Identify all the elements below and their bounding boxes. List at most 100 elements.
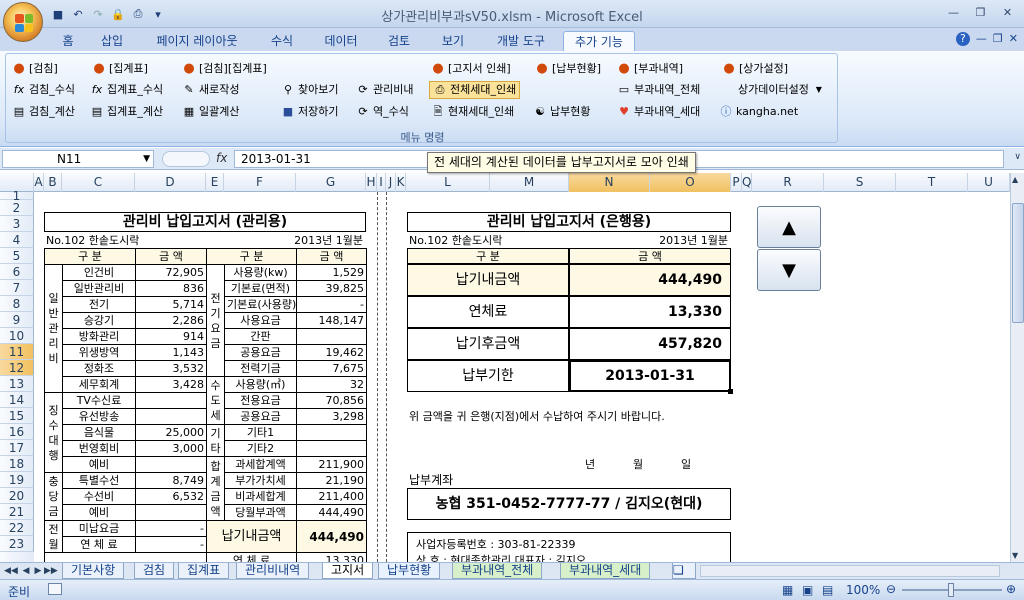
column-header[interactable]: J bbox=[386, 173, 396, 192]
due-date-cell-selected[interactable]: 2013-01-31 bbox=[569, 360, 731, 392]
zoom-level[interactable]: 100% bbox=[846, 583, 880, 597]
find-button[interactable]: ⚲ 찾아보기 bbox=[281, 81, 339, 99]
fill-handle[interactable] bbox=[728, 389, 733, 394]
tab-insert[interactable]: 삽입 bbox=[93, 31, 131, 52]
summary-bulb-button[interactable]: ● [집계표] bbox=[92, 60, 148, 78]
horizontal-scrollbar[interactable] bbox=[700, 565, 1000, 577]
meter-formula-button[interactable]: fx 검침_수식 bbox=[12, 81, 75, 99]
zoom-out-icon[interactable]: ⊖ bbox=[886, 582, 896, 596]
row-header[interactable]: 13 bbox=[0, 376, 34, 392]
close-icon[interactable]: ✕ bbox=[995, 4, 1020, 22]
meter-bulb-button[interactable]: ● [검침] bbox=[12, 60, 58, 78]
print-all-units-button[interactable]: ⎙ 전체세대_인쇄 bbox=[429, 81, 521, 99]
column-header[interactable]: Q bbox=[742, 173, 752, 192]
column-header[interactable]: I bbox=[377, 173, 386, 192]
column-header[interactable]: T bbox=[896, 173, 968, 192]
scroll-down-icon[interactable]: ▼ bbox=[1012, 551, 1018, 560]
column-header-selected[interactable]: O bbox=[650, 173, 731, 192]
print-current-unit-button[interactable]: 🗎 현재세대_인쇄 bbox=[431, 103, 515, 121]
move-up-button[interactable]: ▲ bbox=[757, 206, 821, 248]
tab-view[interactable]: 보기 bbox=[434, 31, 472, 52]
prev-sheet-icon[interactable]: ◀ bbox=[20, 565, 32, 577]
vertical-scrollbar[interactable]: ▲ ▼ bbox=[1010, 173, 1024, 562]
column-header[interactable]: M bbox=[490, 173, 569, 192]
sheet-tab[interactable]: 기본사항 bbox=[62, 563, 125, 579]
insert-sheet-icon[interactable]: ❏ bbox=[672, 563, 696, 579]
kangha-link[interactable]: ⓘ kangha.net bbox=[719, 103, 799, 121]
workbook-minimize-icon[interactable]: — bbox=[976, 32, 987, 46]
row-header[interactable]: 6 bbox=[0, 264, 34, 280]
column-header[interactable]: L bbox=[406, 173, 490, 192]
payment-status-bulb-button[interactable]: ● [납부현황] bbox=[535, 60, 601, 78]
name-box[interactable]: N11 ▼ bbox=[2, 150, 154, 168]
tab-developer[interactable]: 개발 도구 bbox=[488, 31, 554, 52]
column-header[interactable]: A bbox=[34, 173, 44, 192]
tab-data[interactable]: 데이터 bbox=[318, 31, 364, 52]
notice-print-bulb-button[interactable]: ● [고지서 인쇄] bbox=[431, 60, 510, 78]
sheet-tab[interactable]: 부과내역_세대 bbox=[560, 563, 651, 579]
batch-calc-button[interactable]: ▦ 일괄계산 bbox=[182, 103, 240, 121]
column-header[interactable]: F bbox=[224, 173, 296, 192]
store-data-settings-dropdown[interactable]: 상가데이터설정 ▼ bbox=[738, 81, 826, 99]
column-header[interactable]: U bbox=[968, 173, 1010, 192]
zoom-in-icon[interactable]: ⊕ bbox=[1006, 582, 1016, 596]
scroll-up-icon[interactable]: ▲ bbox=[1012, 175, 1018, 184]
row-header[interactable]: 4 bbox=[0, 232, 34, 248]
workbook-restore-icon[interactable]: ❐ bbox=[993, 32, 1003, 46]
column-header[interactable]: P bbox=[731, 173, 742, 192]
row-header[interactable]: 5 bbox=[0, 248, 34, 264]
worksheet-grid[interactable]: 관리비 납입고지서 (관리용) No.102 한솥도시락 2013년 1월분 구… bbox=[34, 192, 1010, 562]
office-button[interactable] bbox=[3, 2, 43, 42]
column-header[interactable]: B bbox=[44, 173, 62, 192]
column-header[interactable]: G bbox=[296, 173, 366, 192]
sheet-tab[interactable]: 검침 bbox=[134, 563, 175, 579]
row-header[interactable]: 1 bbox=[0, 190, 34, 202]
meter-calc-button[interactable]: ▤ 검침_계산 bbox=[12, 103, 75, 121]
page-break-view-icon[interactable]: ▤ bbox=[822, 583, 833, 597]
sheet-tab-active[interactable]: 고지서 bbox=[322, 563, 374, 579]
payment-status-button[interactable]: ☯ 납부현황 bbox=[533, 103, 590, 121]
row-header[interactable]: 10 bbox=[0, 328, 34, 344]
column-header[interactable]: C bbox=[62, 173, 135, 192]
workbook-close-icon[interactable]: ✕ bbox=[1009, 32, 1018, 46]
row-header[interactable]: 21 bbox=[0, 504, 34, 520]
normal-view-icon[interactable]: ▦ bbox=[782, 583, 793, 597]
row-header[interactable]: 19 bbox=[0, 472, 34, 488]
tab-formulas[interactable]: 수식 bbox=[263, 31, 301, 52]
billing-unit-button[interactable]: ♥ 부과내역_세대 bbox=[617, 103, 700, 121]
row-header[interactable]: 3 bbox=[0, 216, 34, 232]
row-header[interactable]: 17 bbox=[0, 440, 34, 456]
meter-summary-bulb-button[interactable]: ● [검침][집계표] bbox=[182, 60, 266, 78]
sheet-tab[interactable]: 집계표 bbox=[178, 563, 230, 579]
next-sheet-icon[interactable]: ▶ bbox=[32, 565, 44, 577]
tab-add-ins[interactable]: 추가 기능 bbox=[563, 31, 635, 52]
row-header[interactable]: 14 bbox=[0, 392, 34, 408]
column-header[interactable]: S bbox=[824, 173, 896, 192]
billing-all-button[interactable]: ▭ 부과내역_전체 bbox=[617, 81, 700, 99]
row-header[interactable]: 18 bbox=[0, 456, 34, 472]
summary-formula-button[interactable]: fx 집계표_수식 bbox=[90, 81, 163, 99]
sheet-tab[interactable]: 관리비내역 bbox=[236, 563, 310, 579]
row-header[interactable]: 20 bbox=[0, 488, 34, 504]
restore-icon[interactable]: ❐ bbox=[968, 4, 993, 22]
store-settings-bulb-button[interactable]: ● [상가설정] bbox=[722, 60, 788, 78]
row-header[interactable]: 22 bbox=[0, 520, 34, 536]
row-header[interactable]: 2 bbox=[0, 200, 34, 216]
save-data-button[interactable]: ■ 저장하기 bbox=[281, 103, 339, 121]
column-header-selected[interactable]: N bbox=[569, 173, 650, 192]
row-header-selected[interactable]: 12 bbox=[0, 360, 34, 376]
column-header[interactable]: H bbox=[366, 173, 377, 192]
first-sheet-icon[interactable]: ◀◀ bbox=[4, 565, 18, 577]
row-header[interactable]: 15 bbox=[0, 408, 34, 424]
column-header[interactable]: K bbox=[396, 173, 406, 192]
summary-calc-button[interactable]: ▤ 집계표_계산 bbox=[90, 103, 163, 121]
row-header-selected[interactable]: 11 bbox=[0, 344, 34, 360]
tab-page-layout[interactable]: 페이지 레이아웃 bbox=[147, 31, 247, 52]
row-header[interactable]: 9 bbox=[0, 312, 34, 328]
billing-history-bulb-button[interactable]: ● [부과내역] bbox=[617, 60, 683, 78]
row-header[interactable]: 23 bbox=[0, 536, 34, 552]
sheet-tab[interactable]: 부과내역_전체 bbox=[452, 563, 543, 579]
column-header[interactable]: R bbox=[752, 173, 824, 192]
help-icon[interactable]: ? bbox=[955, 32, 970, 46]
row-header[interactable]: 8 bbox=[0, 296, 34, 312]
